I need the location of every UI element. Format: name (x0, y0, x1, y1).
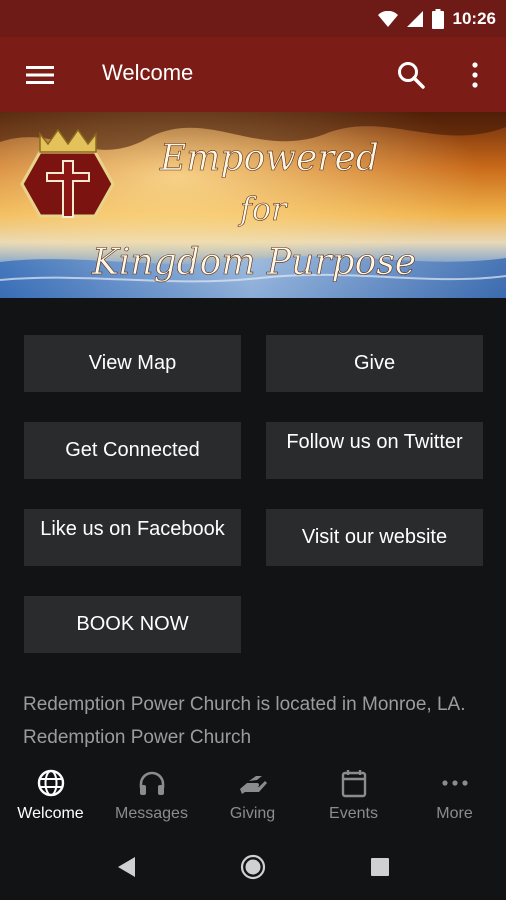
banner-line-3: Kingdom Purpose (91, 242, 416, 283)
nav-item-messages[interactable]: Messages (101, 756, 202, 830)
header-banner: Empowered for Kingdom Purpose (0, 112, 506, 298)
status-bar: 10:26 (0, 0, 506, 37)
nav-item-more[interactable]: More (404, 756, 505, 830)
headphones-icon (139, 771, 165, 795)
back-icon[interactable] (118, 857, 136, 877)
visit-website-button[interactable]: Visit our website (266, 509, 483, 566)
cell-signal-icon (406, 10, 423, 27)
app-bar: Welcome (0, 37, 506, 112)
calendar-icon (341, 770, 367, 798)
globe-icon (37, 769, 65, 797)
page-title: Welcome (102, 60, 194, 85)
nav-label-more: More (436, 805, 473, 822)
banner-line-2: for (238, 190, 288, 228)
giving-hand-icon (240, 776, 267, 794)
book-now-button[interactable]: BOOK NOW (24, 596, 241, 653)
home-icon[interactable] (240, 854, 266, 880)
wifi-icon (377, 10, 398, 27)
give-button[interactable]: Give (266, 335, 483, 392)
nav-label-events: Events (329, 805, 378, 822)
nav-item-events[interactable]: Events (303, 756, 404, 830)
banner-line-1: Empowered (159, 138, 379, 179)
nav-label-welcome: Welcome (17, 805, 84, 822)
nav-item-giving[interactable]: Giving (202, 756, 303, 830)
more-dots-icon (442, 780, 468, 786)
search-icon[interactable] (396, 60, 426, 90)
menu-icon[interactable] (24, 61, 56, 89)
status-time: 10:26 (452, 8, 496, 28)
view-map-button[interactable]: View Map (24, 335, 241, 392)
nav-item-welcome[interactable]: Welcome (0, 756, 101, 830)
system-navigation-bar (0, 830, 506, 900)
bottom-navigation: Welcome Messages Giving Events More (0, 756, 506, 830)
like-facebook-button[interactable]: Like us on Facebook (24, 509, 241, 566)
church-description: Redemption Power Church is located in Mo… (23, 694, 466, 748)
get-connected-button[interactable]: Get Connected (24, 422, 241, 479)
battery-icon (431, 8, 444, 29)
nav-label-messages: Messages (115, 805, 188, 822)
follow-twitter-button[interactable]: Follow us on Twitter (266, 422, 483, 479)
nav-label-giving: Giving (229, 805, 276, 822)
recents-icon[interactable] (371, 858, 389, 876)
overflow-menu-icon[interactable] (466, 61, 484, 89)
